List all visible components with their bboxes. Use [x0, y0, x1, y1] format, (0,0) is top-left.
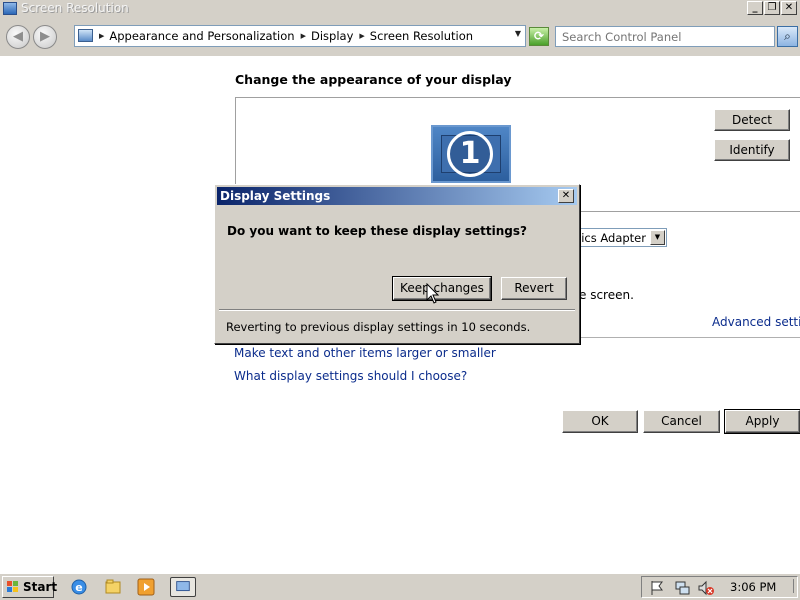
forward-button[interactable]: ▶ [33, 25, 57, 49]
media-player-icon[interactable] [137, 578, 155, 596]
control-panel-taskbar-icon[interactable] [170, 577, 196, 597]
dialog-divider [219, 309, 575, 311]
address-dropdown-icon[interactable]: ▼ [515, 29, 521, 38]
display-settings-dialog: Display Settings ✕ Do you want to keep t… [214, 184, 580, 344]
page-title: Change the appearance of your display [235, 72, 512, 87]
breadcrumb-screen-resolution[interactable]: Screen Resolution [370, 29, 473, 43]
display-select[interactable]: aphics Adapter ▼ [574, 228, 667, 247]
ok-button[interactable]: OK [562, 410, 638, 433]
back-button[interactable]: ◀ [6, 25, 30, 49]
dialog-question: Do you want to keep these display settin… [227, 224, 527, 238]
taskbar: Start e 3:06 PM [0, 573, 800, 600]
chevron-down-icon[interactable]: ▼ [650, 230, 665, 245]
display-help-link[interactable]: What display settings should I choose? [234, 369, 467, 383]
breadcrumb: ▶ Appearance and Personalization ▶ Displ… [97, 29, 473, 43]
keep-changes-button[interactable]: Keep changes [392, 276, 492, 301]
control-panel-icon [78, 29, 93, 42]
file-explorer-icon[interactable] [104, 578, 122, 596]
dialog-title: Display Settings [220, 189, 331, 203]
close-button[interactable]: ✕ [781, 1, 797, 15]
monitor-1-icon[interactable]: 1 [431, 125, 511, 183]
breadcrumb-arrow-icon[interactable]: ▶ [99, 32, 104, 40]
mouse-cursor-icon [426, 283, 440, 304]
action-center-flag-icon[interactable] [650, 580, 664, 596]
network-icon[interactable] [674, 580, 690, 596]
breadcrumb-arrow-icon[interactable]: ▶ [359, 32, 364, 40]
monitor-number: 1 [447, 131, 493, 177]
title-bar: Screen Resolution _ ❐ ✕ [0, 0, 800, 18]
start-label: Start [23, 580, 58, 594]
divider [579, 337, 800, 338]
text-size-link[interactable]: Make text and other items larger or smal… [234, 346, 496, 360]
svg-text:e: e [75, 581, 82, 594]
breadcrumb-arrow-icon[interactable]: ▶ [301, 32, 306, 40]
dialog-close-icon[interactable]: ✕ [558, 189, 574, 203]
identify-button[interactable]: Identify [714, 139, 790, 161]
volume-muted-icon[interactable] [698, 580, 714, 596]
revert-button[interactable]: Revert [501, 277, 567, 300]
address-field[interactable]: ▶ Appearance and Personalization ▶ Displ… [74, 25, 526, 47]
windows-logo-icon [7, 581, 18, 592]
search-box[interactable] [555, 26, 775, 47]
refresh-icon[interactable]: ⟳ [529, 27, 549, 46]
orientation-text: e screen. [579, 288, 634, 302]
breadcrumb-display[interactable]: Display [311, 29, 353, 43]
show-desktop-edge[interactable] [793, 579, 796, 593]
restore-button[interactable]: ❐ [764, 1, 780, 15]
search-icon[interactable]: ⌕ [777, 26, 798, 47]
window-title: Screen Resolution [21, 1, 129, 15]
start-button[interactable]: Start [2, 576, 58, 598]
search-input[interactable] [556, 27, 774, 46]
screen-resolution-app-icon [3, 2, 17, 15]
dialog-status: Reverting to previous display settings i… [226, 320, 531, 334]
address-toolbar: ◀ ▶ ▶ Appearance and Personalization ▶ D… [0, 18, 800, 56]
minimize-button[interactable]: _ [747, 1, 763, 15]
display-select-value: aphics Adapter [575, 231, 646, 245]
dialog-title-bar: Display Settings ✕ [217, 187, 577, 205]
cancel-button[interactable]: Cancel [643, 410, 720, 433]
breadcrumb-appearance[interactable]: Appearance and Personalization [109, 29, 294, 43]
clock[interactable]: 3:06 PM [730, 580, 776, 594]
apply-button[interactable]: Apply [724, 409, 800, 434]
internet-explorer-icon[interactable]: e [70, 578, 88, 596]
detect-button[interactable]: Detect [714, 109, 790, 131]
advanced-settings-link[interactable]: Advanced settings [712, 315, 800, 329]
